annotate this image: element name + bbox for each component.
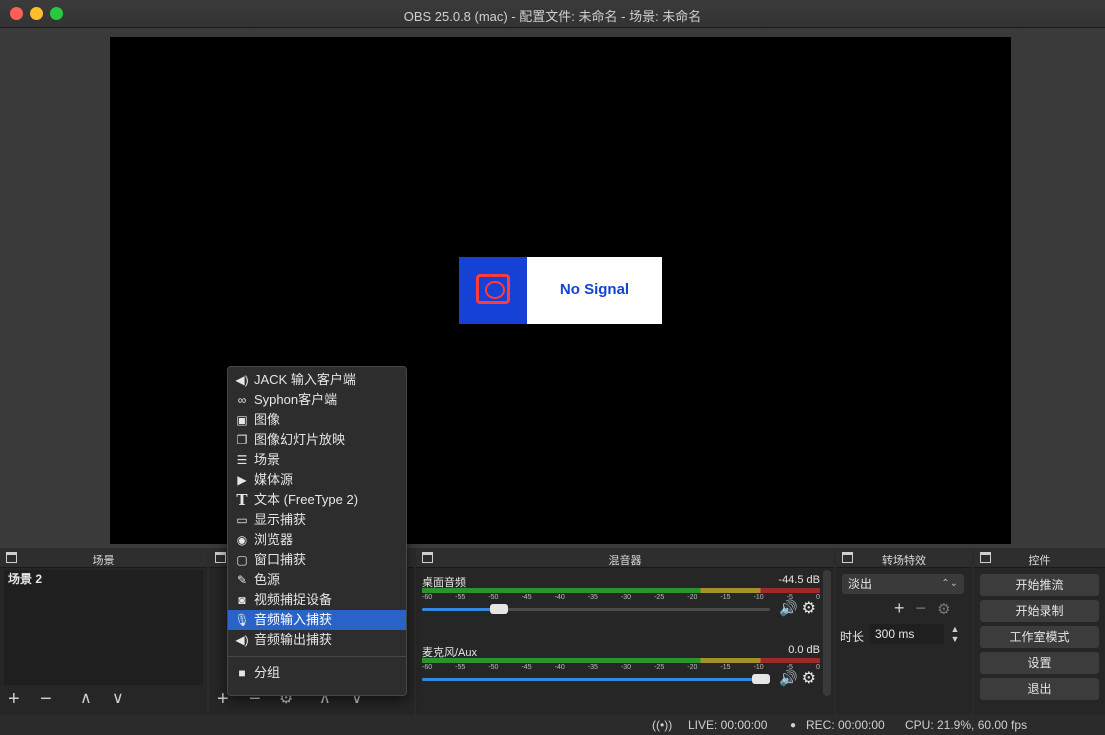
duration-label: 时长 [840, 630, 865, 644]
menu-item-image-slideshow[interactable]: ❐ 图像幻灯片放映 [228, 430, 406, 450]
speaker-icon: ◀) [235, 633, 249, 647]
track-gear-icon[interactable]: ⚙ [802, 598, 816, 618]
volume-fader[interactable] [422, 674, 770, 684]
window-icon: ▢ [236, 553, 248, 567]
add-source-menu: ◀) JACK 输入客户端 ∞ Syphon客户端 ▣ 图像 ❐ 图像幻灯片放映 ☰ 场景… [227, 366, 407, 696]
speaker-icon[interactable]: 🔊 [779, 669, 798, 687]
move-scene-down-button[interactable]: ∨ [112, 689, 124, 709]
status-bar: ((•)) LIVE: 00:00:00 ● REC: 00:00:00 CPU… [0, 715, 1105, 735]
transition-properties-gear-icon[interactable]: ⚙ [937, 601, 950, 618]
menu-item-syphon[interactable]: ∞ Syphon客户端 [228, 390, 406, 410]
mixer-scrollbar[interactable] [823, 570, 831, 696]
window-title: OBS 25.0.8 (mac) - 配置文件: 未命名 - 场景: 未命名 [403, 9, 702, 24]
dock-area: 场景 场景 2 + − ∧ ∨ + − ⚙ ∧ ∨ 混音器 桌面音频 -44.5… [0, 548, 1105, 715]
move-scene-up-button[interactable]: ∧ [80, 689, 92, 709]
mixer-track-desktop-audio: 桌面音频 -44.5 dB -60 -55 -50 -45 -40 -35 -30 -25 -2… [422, 574, 820, 634]
slideshow-icon: ❐ [236, 433, 248, 447]
duration-stepper[interactable]: ▲ ▼ [948, 624, 962, 644]
start-recording-button[interactable]: 开始录制 [980, 600, 1099, 622]
mixer-dock-title: 混音器 [608, 555, 642, 567]
volume-meter [422, 658, 820, 663]
globe-icon: ◉ [236, 533, 248, 547]
menu-item-video-capture-device[interactable]: ◙ 视频捕捉设备 [228, 590, 406, 610]
track-gear-icon[interactable]: ⚙ [802, 668, 816, 688]
live-icon: ((•)) [652, 718, 673, 732]
no-signal-icon [476, 274, 510, 304]
scenes-dock-title: 场景 [92, 555, 115, 567]
menu-item-group[interactable]: ■ 分组 [228, 663, 406, 683]
rec-status: REC: 00:00:00 [806, 718, 885, 732]
fader-knob[interactable] [489, 604, 508, 614]
studio-mode-button[interactable]: 工作室模式 [980, 626, 1099, 648]
mixer-dock: 混音器 桌面音频 -44.5 dB -60 -55 -50 -45 -40 -35 -30-… [416, 548, 834, 715]
speaker-icon[interactable]: 🔊 [779, 599, 798, 617]
no-signal-text: No Signal [559, 281, 630, 298]
monitor-icon: ▭ [236, 513, 248, 527]
controls-dock-header: 控件 [974, 548, 1105, 568]
remove-scene-button[interactable]: − [40, 689, 52, 709]
syphon-icon: ∞ [237, 393, 247, 407]
settings-button[interactable]: 设置 [980, 652, 1099, 674]
image-icon: ▣ [236, 413, 248, 427]
controls-dock: 控件 开始推流 开始录制 工作室模式 设置 退出 [974, 548, 1105, 715]
no-signal-icon-panel [459, 257, 527, 324]
menu-item-window-capture[interactable]: ▢ 窗口捕获 [228, 550, 406, 570]
fader-fill [422, 678, 761, 681]
scene-item[interactable]: 场景 2 [4, 570, 203, 588]
menu-item-media-source[interactable]: ▶ 媒体源 [228, 470, 406, 490]
microphone-icon: 🎙 [234, 613, 250, 627]
menu-item-audio-output-capture[interactable]: ◀) 音频输出捕获 [228, 630, 406, 650]
meter-scale: -60 -55 -50 -45 -40 -35 -30 -25 -20 -15 -10 -5 0 [422, 664, 820, 671]
mixer-track-mic-aux: 麦克风/Aux 0.0 dB -60 -55 -50 -45 -40 -35 -30 -25-… [422, 644, 820, 704]
duration-field[interactable]: 300 ms [869, 624, 944, 644]
scenes-dock: 场景 场景 2 + − ∧ ∨ [0, 548, 207, 715]
menu-item-jack-input[interactable]: ◀) JACK 输入客户端 [228, 370, 406, 390]
undock-icon[interactable] [215, 552, 226, 563]
mixer-dock-header: 混音器 [416, 548, 834, 568]
transition-select[interactable]: 淡出 ⌃⌄ [842, 574, 964, 594]
speaker-icon: ◀) [235, 373, 249, 387]
folder-icon: ■ [238, 666, 246, 680]
text-icon: T [236, 491, 248, 509]
scene-toolbar: + − ∧ ∨ [0, 689, 207, 711]
menu-item-text[interactable]: T 文本 (FreeType 2) [228, 490, 406, 510]
no-signal-card: No Signal [459, 257, 662, 324]
menu-item-color-source[interactable]: ✎ 色源 [228, 570, 406, 590]
scene-list-icon: ☰ [236, 453, 248, 467]
menu-item-browser[interactable]: ◉ 浏览器 [228, 530, 406, 550]
menu-item-image[interactable]: ▣ 图像 [228, 410, 406, 430]
track-db: -44.5 dB [778, 574, 820, 586]
select-arrows-icon: ⌃⌄ [941, 578, 958, 589]
transition-tools: + − ⚙ [894, 598, 951, 619]
menu-separator [228, 656, 406, 657]
live-status: LIVE: 00:00:00 [688, 718, 768, 732]
remove-transition-button[interactable]: − [916, 598, 927, 618]
play-icon: ▶ [237, 473, 247, 487]
rec-dot-icon: ● [790, 720, 797, 731]
scenes-dock-header: 场景 [0, 548, 207, 568]
menu-item-display-capture[interactable]: ▭ 显示捕获 [228, 510, 406, 530]
volume-fader[interactable] [422, 604, 770, 614]
scene-list[interactable]: 场景 2 [4, 570, 203, 685]
track-db: 0.0 dB [788, 644, 820, 656]
brush-icon: ✎ [236, 573, 248, 587]
exit-button[interactable]: 退出 [980, 678, 1099, 700]
fader-knob[interactable] [752, 674, 770, 684]
start-streaming-button[interactable]: 开始推流 [980, 574, 1099, 596]
cpu-status: CPU: 21.9%, 60.00 fps [905, 718, 1028, 732]
transitions-dock-header: 转场特效 [836, 548, 972, 568]
controls-dock-title: 控件 [1028, 555, 1051, 567]
title-bar: OBS 25.0.8 (mac) - 配置文件: 未命名 - 场景: 未命名 [0, 0, 1105, 28]
menu-item-scene[interactable]: ☰ 场景 [228, 450, 406, 470]
transition-selected-value: 淡出 [848, 577, 873, 591]
transitions-dock-title: 转场特效 [882, 555, 926, 567]
menu-item-audio-input-capture[interactable]: 🎙 音频输入捕获 [228, 610, 406, 630]
transitions-dock: 转场特效 淡出 ⌃⌄ + − ⚙ 时长 300 ms ▲ ▼ [836, 548, 972, 715]
volume-meter [422, 588, 820, 593]
add-scene-button[interactable]: + [8, 689, 20, 709]
add-transition-button[interactable]: + [894, 598, 905, 618]
camera-icon: ◙ [238, 593, 246, 607]
fader-fill [422, 608, 499, 611]
meter-scale: -60 -55 -50 -45 -40 -35 -30 -25 -20 -15 -10 -5 0 [422, 594, 820, 601]
